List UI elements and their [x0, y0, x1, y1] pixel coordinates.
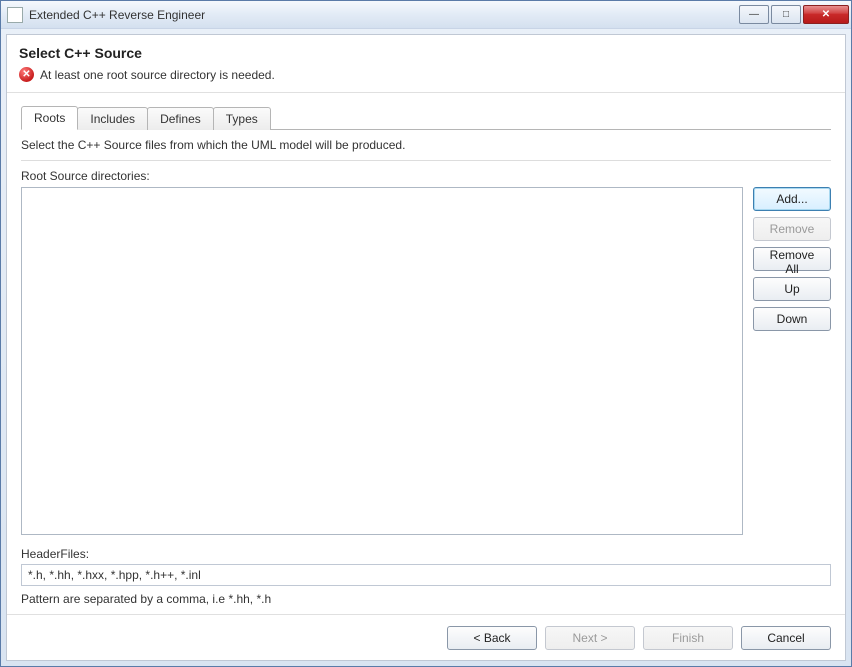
dialog-body: Roots Includes Defines Types Select the … — [7, 93, 845, 614]
dialog-footer: < Back Next > Finish Cancel — [7, 614, 845, 660]
root-directories-listbox[interactable] — [21, 187, 743, 535]
roots-panel: Select the C++ Source files from which t… — [21, 129, 831, 606]
tab-bar: Roots Includes Defines Types — [21, 105, 831, 129]
header-files-input[interactable] — [21, 564, 831, 586]
up-button[interactable]: Up — [753, 277, 831, 301]
error-text: At least one root source directory is ne… — [40, 68, 275, 82]
tab-defines[interactable]: Defines — [147, 107, 214, 130]
minimize-button[interactable]: — — [739, 5, 769, 24]
root-directories-label: Root Source directories: — [21, 169, 831, 183]
remove-all-button[interactable]: Remove All — [753, 247, 831, 271]
titlebar: Extended C++ Reverse Engineer — □ ✕ — [1, 1, 851, 29]
maximize-button[interactable]: □ — [771, 5, 801, 24]
page-title: Select C++ Source — [19, 45, 833, 61]
tab-includes[interactable]: Includes — [77, 107, 148, 130]
pattern-hint: Pattern are separated by a comma, i.e *.… — [21, 592, 831, 606]
dialog-window: Extended C++ Reverse Engineer — □ ✕ Sele… — [0, 0, 852, 667]
panel-description: Select the C++ Source files from which t… — [21, 138, 831, 152]
tab-types[interactable]: Types — [213, 107, 271, 130]
finish-button[interactable]: Finish — [643, 626, 733, 650]
root-directories-row: Add... Remove Remove All Up Down — [21, 187, 831, 535]
window-title: Extended C++ Reverse Engineer — [29, 8, 737, 22]
header-files-label: HeaderFiles: — [21, 547, 831, 561]
back-button[interactable]: < Back — [447, 626, 537, 650]
tab-roots[interactable]: Roots — [21, 106, 78, 130]
window-controls: — □ ✕ — [737, 5, 849, 24]
divider — [21, 160, 831, 161]
cancel-button[interactable]: Cancel — [741, 626, 831, 650]
error-message-row: ✕ At least one root source directory is … — [19, 67, 833, 82]
next-button[interactable]: Next > — [545, 626, 635, 650]
add-button[interactable]: Add... — [753, 187, 831, 211]
dialog-content: Select C++ Source ✕ At least one root so… — [6, 34, 846, 661]
dialog-header: Select C++ Source ✕ At least one root so… — [7, 35, 845, 93]
remove-button[interactable]: Remove — [753, 217, 831, 241]
app-icon — [7, 7, 23, 23]
down-button[interactable]: Down — [753, 307, 831, 331]
close-button[interactable]: ✕ — [803, 5, 849, 24]
error-icon: ✕ — [19, 67, 34, 82]
list-side-buttons: Add... Remove Remove All Up Down — [753, 187, 831, 535]
